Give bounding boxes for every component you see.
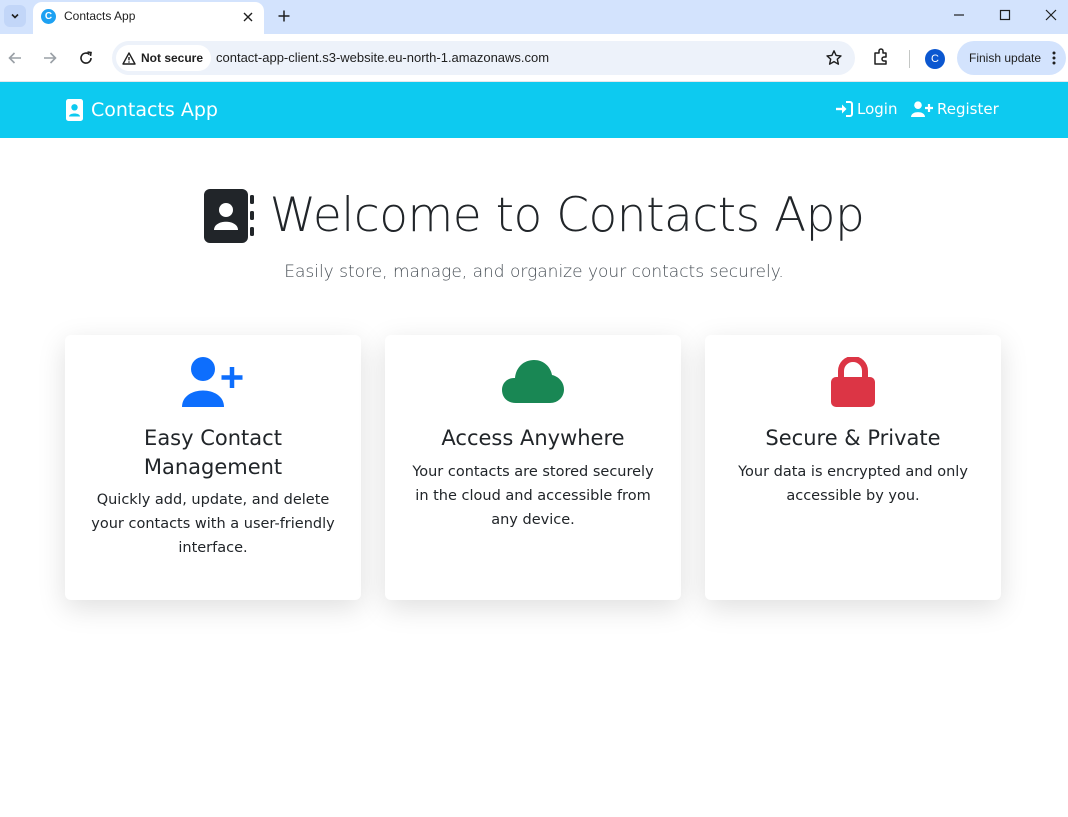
page-title: Welcome to Contacts App	[269, 188, 865, 243]
security-chip[interactable]: Not secure	[116, 45, 212, 71]
finish-update-label: Finish update	[969, 51, 1042, 65]
tab-favicon-icon: C	[41, 9, 56, 24]
app-navbar: Contacts App Login Register	[0, 82, 1068, 138]
warning-icon	[122, 51, 136, 65]
tab-close-button[interactable]	[240, 9, 256, 25]
feature-card-contact-management: Easy Contact Management Quickly add, upd…	[65, 335, 361, 600]
extensions-puzzle-icon[interactable]	[871, 47, 891, 67]
maximize-button[interactable]	[993, 5, 1017, 25]
chevron-down-icon	[11, 13, 19, 19]
tab-search-button[interactable]	[4, 5, 26, 27]
browser-tab-strip: C Contacts App	[0, 0, 1068, 34]
new-tab-button[interactable]	[274, 6, 294, 26]
feature-title: Access Anywhere	[441, 426, 625, 450]
close-icon	[243, 12, 253, 22]
feature-title: Easy Contact Management	[143, 426, 283, 479]
lock-icon	[831, 357, 875, 407]
feature-description: Your contacts are stored securely in the…	[412, 464, 654, 528]
feature-title: Secure & Private	[765, 426, 941, 450]
feature-card-secure-private: Secure & Private Your data is encrypted …	[705, 335, 1001, 600]
address-bar[interactable]: Not secure contact-app-client.s3-website…	[112, 41, 855, 75]
register-link[interactable]: Register	[911, 100, 999, 118]
feature-description: Quickly add, update, and delete your con…	[91, 492, 335, 556]
sign-in-icon	[836, 101, 853, 117]
close-icon	[1045, 9, 1057, 21]
toolbar-divider	[909, 50, 910, 68]
address-book-icon	[66, 99, 83, 121]
active-tab[interactable]: C Contacts App	[33, 2, 264, 34]
user-plus-icon	[911, 101, 933, 117]
back-button[interactable]	[3, 46, 27, 70]
url-text[interactable]: contact-app-client.s3-website.eu-north-1…	[216, 50, 549, 65]
bookmark-star-icon[interactable]	[825, 49, 843, 67]
brand-title: Contacts App	[91, 99, 218, 121]
profile-avatar[interactable]: C	[925, 49, 945, 69]
feature-description: Your data is encrypted and only accessib…	[738, 464, 968, 504]
security-label: Not secure	[141, 51, 204, 65]
finish-update-button[interactable]: Finish update	[957, 41, 1066, 75]
hero-subtitle: Easily store, manage, and organize your …	[284, 262, 784, 282]
more-vert-icon	[1052, 51, 1056, 65]
feature-card-access-anywhere: Access Anywhere Your contacts are stored…	[385, 335, 681, 600]
plus-icon	[278, 10, 290, 22]
tab-title: Contacts App	[64, 9, 136, 23]
arrow-right-icon	[44, 52, 57, 64]
minimize-icon	[954, 14, 964, 16]
brand-link[interactable]: Contacts App	[66, 99, 218, 121]
arrow-left-icon	[8, 52, 21, 64]
login-link[interactable]: Login	[835, 100, 897, 118]
cloud-icon	[502, 360, 564, 403]
reload-button[interactable]	[74, 46, 98, 70]
register-label: Register	[937, 100, 999, 118]
hero-heading: Welcome to Contacts App	[0, 188, 1068, 243]
maximize-icon	[999, 9, 1011, 21]
minimize-button[interactable]	[947, 5, 971, 25]
login-label: Login	[857, 100, 898, 118]
user-plus-icon	[182, 357, 243, 407]
forward-button[interactable]	[38, 46, 62, 70]
window-close-button[interactable]	[1039, 5, 1063, 25]
browser-toolbar: Not secure contact-app-client.s3-website…	[0, 34, 1068, 82]
address-book-icon	[203, 188, 254, 243]
reload-icon	[80, 51, 92, 64]
